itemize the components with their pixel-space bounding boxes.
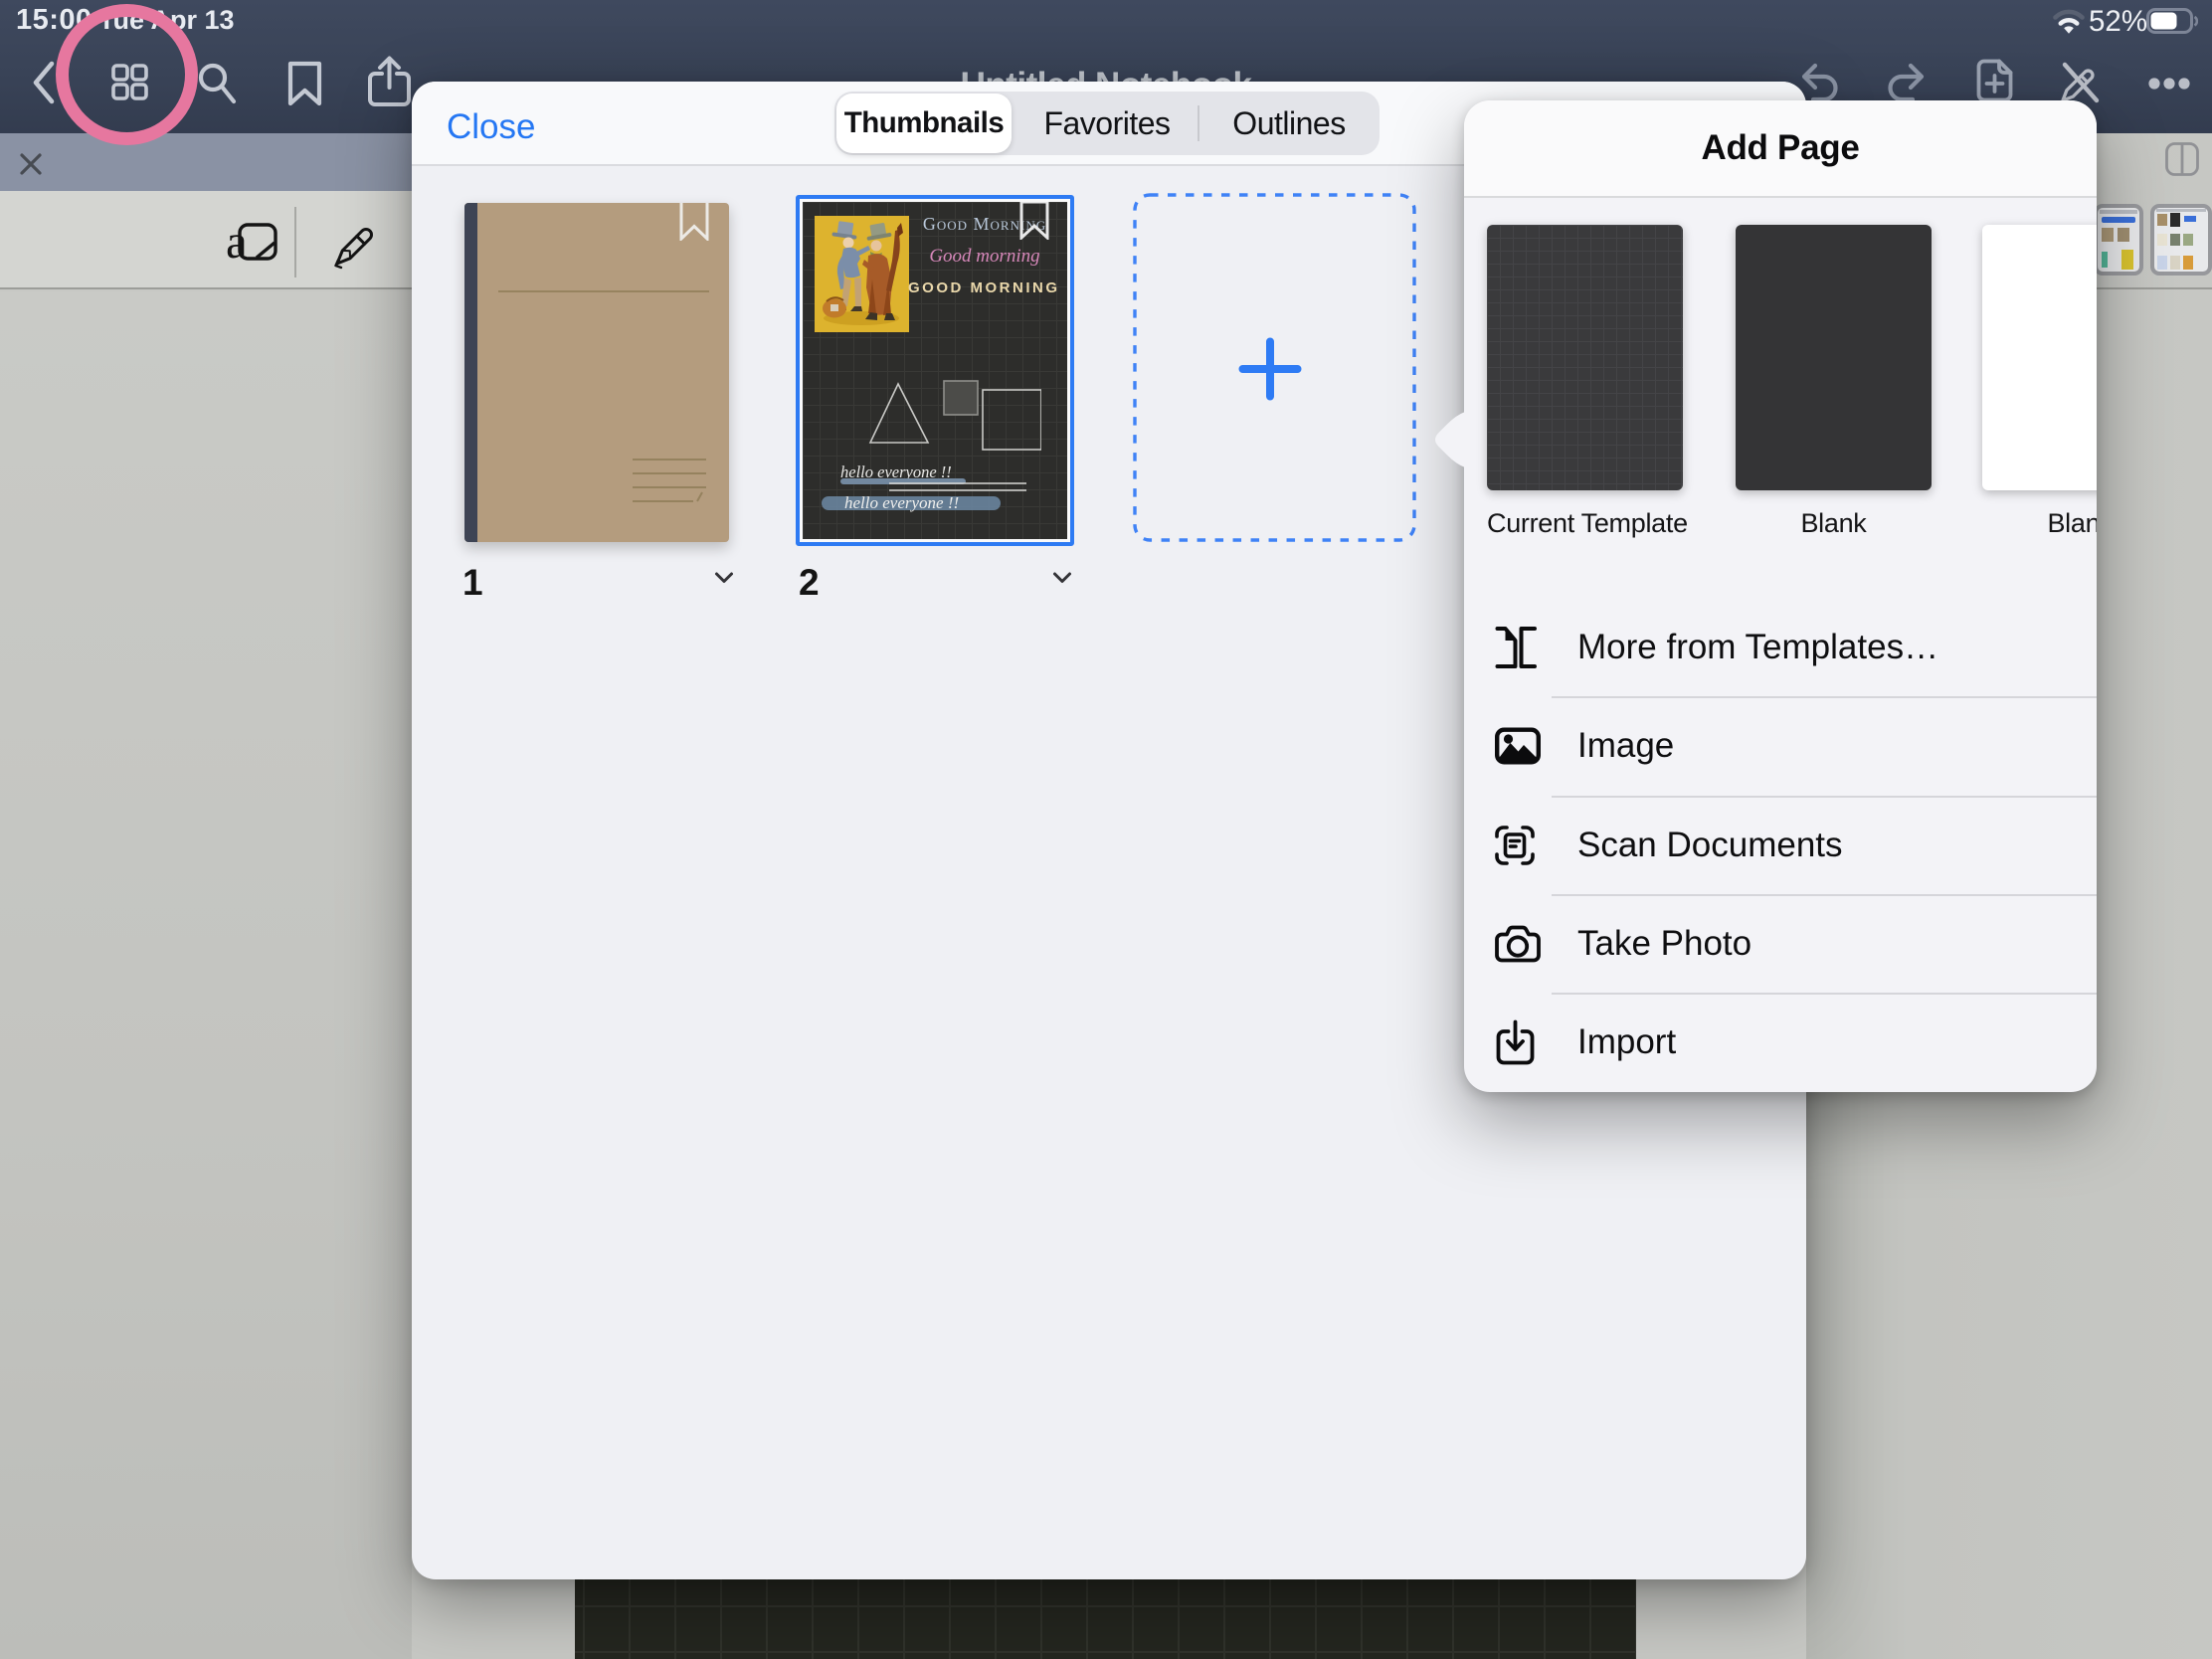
svg-text:a: a (226, 217, 248, 269)
